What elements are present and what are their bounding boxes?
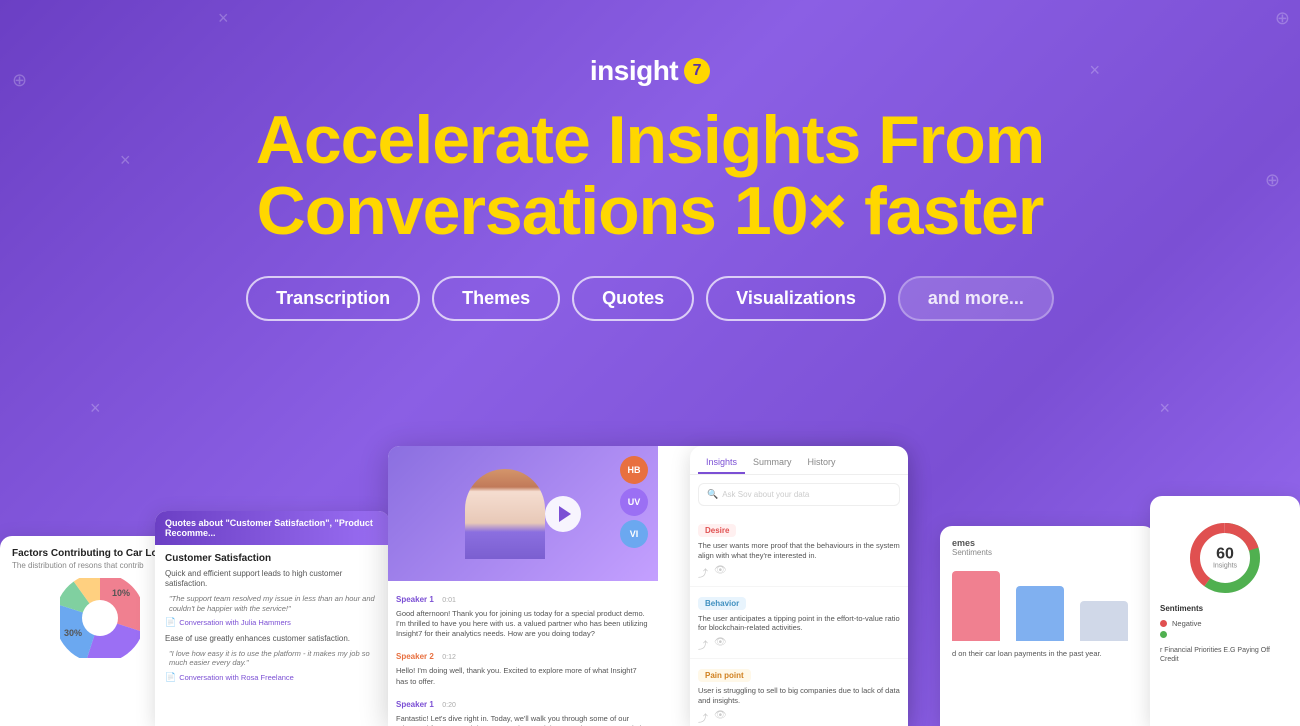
sentiment-negative-label: Negative [1172,619,1202,628]
video-panel: HB UV VI Speaker 1 0:01 Good afternoon! … [388,446,658,726]
video-play-button[interactable] [545,496,581,532]
quotes-quote-2: "I love how easy it is to use the platfo… [165,649,380,669]
insight-desc-pain: User is struggling to sell to big compan… [698,686,900,706]
financial-text: r Financial Priorities E.G Paying Off Cr… [1160,646,1290,664]
sentiment-positive [1160,631,1290,638]
themes-label: emes [952,538,1143,548]
card-insights: Insights Summary History 🔍 Ask Sov about… [690,446,908,726]
sentiments-sub-label: Sentiments [952,548,1143,557]
search-icon: 🔍 [707,489,718,500]
logo-area: insight 7 [590,55,710,87]
card-bars: emes Sentiments d on their car loan paym… [940,526,1155,726]
bar-positive [1080,601,1128,641]
share-icon[interactable]: ⤴ [698,565,708,580]
insights-search[interactable]: 🔍 Ask Sov about your data [698,483,900,506]
share-icon-3[interactable]: ⤴ [698,710,708,725]
avatar-vi: VI [620,520,648,548]
tag-pain: Pain point [698,669,751,682]
pill-quotes[interactable]: Quotes [572,276,694,321]
quotes-link-2: 📄 Conversation with Rosa Freelance [165,672,380,683]
logo-badge: 7 [684,58,710,84]
video-avatars: HB UV VI [620,456,648,548]
deco-cross-5: × [1159,398,1170,419]
insights-tabs: Insights Summary History [690,446,908,475]
insight-block-behavior: Behavior The user anticipates a tipping … [690,587,908,660]
bars-text: d on their car loan payments in the past… [952,649,1143,659]
card-quotes: Quotes about "Customer Satisfaction", "P… [155,511,390,726]
woman-silhouette [465,469,545,559]
video-thumbnail: HB UV VI [388,446,658,581]
donut-center: 60 Insights [1213,547,1237,570]
headline: Accelerate Insights From Conversations 1… [256,105,1044,248]
insight-desc-desire: The user wants more proof that the behav… [698,541,900,561]
transcript-area: Speaker 1 0:01 Good afternoon! Thank you… [388,581,658,726]
eye-icon-2[interactable]: 👁 [714,637,727,652]
bar-chart [952,565,1143,645]
pie-label-30: 30% [64,628,82,638]
sentiments-label: Sentiments [1160,604,1290,613]
card-donut: 60 Insights Sentiments Negative r Financ… [1150,496,1300,726]
insight-actions-pain: ⤴ 👁 [698,710,900,725]
pill-more[interactable]: and more... [898,276,1054,321]
avatar-hb: HB [620,456,648,484]
bar-neutral [1016,586,1064,641]
pill-themes[interactable]: Themes [432,276,560,321]
quotes-section-title: Customer Satisfaction [165,553,380,564]
hero-section: insight 7 Accelerate Insights From Conve… [0,0,1300,353]
pill-transcription[interactable]: Transcription [246,276,420,321]
transcript-line-3: Speaker 1 0:20 Fantastic! Let's dive rig… [396,694,650,726]
tab-insights[interactable]: Insights [698,454,745,474]
dot-negative [1160,620,1167,627]
insight-actions-behavior: ⤴ 👁 [698,637,900,652]
preview-area: Factors Contributing to Car Loa The dist… [0,426,1300,726]
tab-history[interactable]: History [800,454,844,474]
quotes-link-1: 📄 Conversation with Julia Hammers [165,617,380,628]
logo-text: insight [590,55,678,87]
insight-actions-desire: ⤴ 👁 [698,565,900,580]
dot-positive [1160,631,1167,638]
eye-icon-3[interactable]: 👁 [714,710,727,725]
transcript-line-2: Speaker 2 0:12 Hello! I'm doing well, th… [396,646,650,686]
quotes-header: Quotes about "Customer Satisfaction", "P… [155,511,390,545]
pie-chart: 30% 10% [60,578,140,658]
quotes-quote-1: "The support team resolved my issue in l… [165,594,380,614]
transcript-line-1: Speaker 1 0:01 Good afternoon! Thank you… [396,589,650,639]
sentiment-negative: Negative [1160,619,1290,628]
tab-summary[interactable]: Summary [745,454,800,474]
headline-line2: Conversations 10× faster [257,173,1044,249]
insight-block-pain: Pain point User is struggling to sell to… [690,659,908,726]
pill-visualizations[interactable]: Visualizations [706,276,886,321]
headline-line1: Accelerate Insights From [256,102,1044,178]
bar-negative [952,571,1000,641]
donut-chart: 60 Insights [1185,518,1265,598]
avatar-uv: UV [620,488,648,516]
eye-icon[interactable]: 👁 [714,565,727,580]
quotes-item-1: Quick and efficient support leads to hig… [165,569,380,590]
share-icon-2[interactable]: ⤴ [698,637,708,652]
insight-desc-behavior: The user anticipates a tipping point in … [698,614,900,634]
tag-behavior: Behavior [698,597,746,610]
tag-desire: Desire [698,524,736,537]
insight-block-desire: Desire The user wants more proof that th… [690,514,908,587]
feature-pills: Transcription Themes Quotes Visualizatio… [246,276,1054,321]
quotes-item-2: Ease of use greatly enhances customer sa… [165,634,380,644]
pie-label-10: 10% [112,588,130,598]
deco-cross-3: × [90,398,101,419]
